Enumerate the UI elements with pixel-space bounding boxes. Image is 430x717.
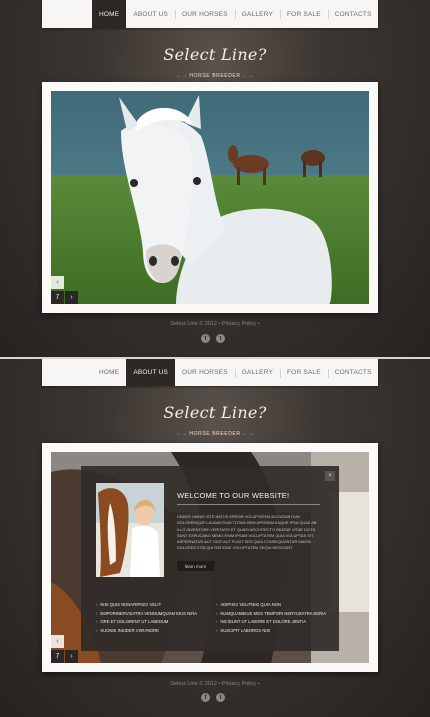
list-item[interactable]: Emporinervisatra vennumquam eius nira: [96, 610, 214, 619]
screen-home: HOME ABOUT US OUR HORSES GALLERY FOR SAL…: [0, 0, 430, 357]
nav-item-gallery[interactable]: GALLERY: [234, 359, 280, 386]
nav-item-home[interactable]: HOME: [92, 359, 126, 386]
close-icon: ×: [328, 473, 332, 479]
modal-text: Under omnis iste natus error voluptatem …: [177, 514, 317, 551]
social-links: f t: [201, 334, 225, 343]
white-horse-photo: [51, 91, 369, 304]
twitter-icon[interactable]: t: [216, 693, 225, 702]
list-item[interactable]: Nisi quis nonaripisci velit: [96, 601, 214, 610]
nav-item-contacts[interactable]: CONTACTS: [327, 359, 379, 386]
nav-item-for-sale[interactable]: FOR SALE: [280, 359, 328, 386]
feature-list-left: Nisi quis nonaripisci velit Emporinervis…: [96, 601, 214, 635]
nav-item-our-horses[interactable]: OUR HORSES: [175, 0, 235, 28]
feature-list-right: Adipisci velitnisi quia non Numquameius …: [216, 601, 334, 635]
chevron-left-icon: ‹: [56, 279, 59, 286]
logo-subtitle: ←→ HORSE BREEDER ←→: [176, 73, 254, 79]
nav-item-our-horses[interactable]: OUR HORSES: [175, 359, 235, 386]
footer-text: Select Line © 2012 • Privacy Policy •: [170, 321, 260, 327]
slider-image: ‹ 7 ›: [51, 91, 369, 304]
list-item[interactable]: Suonis insider vsrandre: [96, 627, 214, 636]
logo-title: Select Line?: [163, 45, 267, 64]
woman-with-horse-photo: [96, 483, 164, 577]
slide-counter: 7: [51, 291, 64, 304]
nav-item-contacts[interactable]: CONTACTS: [327, 0, 379, 28]
footer-text: Select Line © 2012 • Privacy Policy •: [170, 681, 260, 687]
slider-next-button[interactable]: ›: [65, 650, 78, 663]
logo-title: Select Line?: [163, 403, 267, 422]
main-nav: HOME ABOUT US OUR HORSES GALLERY FOR SAL…: [42, 0, 378, 28]
nav-item-about-us[interactable]: ABOUT US: [126, 0, 175, 28]
nav-item-for-sale[interactable]: FOR SALE: [280, 0, 328, 28]
chevron-right-icon: ›: [70, 653, 73, 660]
twitter-icon[interactable]: t: [216, 334, 225, 343]
slider-prev-button[interactable]: ‹: [51, 276, 64, 289]
list-item[interactable]: Adipisci velitnisi quia non: [216, 601, 334, 610]
logo-subtitle: ←→ HORSE BREEDER ←→: [176, 431, 254, 437]
screen-about: HOME ABOUT US OUR HORSES GALLERY FOR SAL…: [0, 359, 430, 717]
list-item[interactable]: Numquameius mos tempori neryusatra keria: [216, 610, 334, 619]
slider-next-button[interactable]: ›: [65, 291, 78, 304]
list-item[interactable]: Suscipit laboros nisi: [216, 627, 334, 636]
about-modal: × WELCOME TO OUR WEBSITE! Under omnis is…: [81, 466, 339, 651]
slider-image: × WELCOME TO OUR WEBSITE! Under omnis is…: [51, 452, 369, 663]
list-item[interactable]: Ore et dolorent ut labedum: [96, 618, 214, 627]
slider-frame: × WELCOME TO OUR WEBSITE! Under omnis is…: [42, 443, 378, 672]
learn-more-button[interactable]: learn more: [177, 561, 214, 571]
facebook-icon[interactable]: f: [201, 693, 210, 702]
slider-frame: ‹ 7 ›: [42, 82, 378, 313]
chevron-left-icon: ‹: [56, 638, 59, 645]
slider-prev-button[interactable]: ‹: [51, 635, 64, 648]
social-links: f t: [201, 693, 225, 702]
site-logo[interactable]: Select Line? ←→ HORSE BREEDER ←→: [0, 45, 430, 82]
nav-item-home[interactable]: HOME: [92, 0, 127, 28]
modal-close-button[interactable]: ×: [325, 471, 335, 481]
nav-item-gallery[interactable]: GALLERY: [234, 0, 280, 28]
main-nav: HOME ABOUT US OUR HORSES GALLERY FOR SAL…: [42, 359, 378, 386]
site-logo[interactable]: Select Line? ←→ HORSE BREEDER ←→: [0, 403, 430, 440]
chevron-right-icon: ›: [70, 294, 73, 301]
slide-counter: 7: [51, 650, 64, 663]
facebook-icon[interactable]: f: [201, 334, 210, 343]
modal-title: WELCOME TO OUR WEBSITE!: [177, 491, 290, 500]
list-item[interactable]: Incidunt ut labore et dolore jentia: [216, 618, 334, 627]
modal-divider: [177, 504, 320, 505]
nav-item-about-us[interactable]: ABOUT US: [126, 359, 176, 386]
